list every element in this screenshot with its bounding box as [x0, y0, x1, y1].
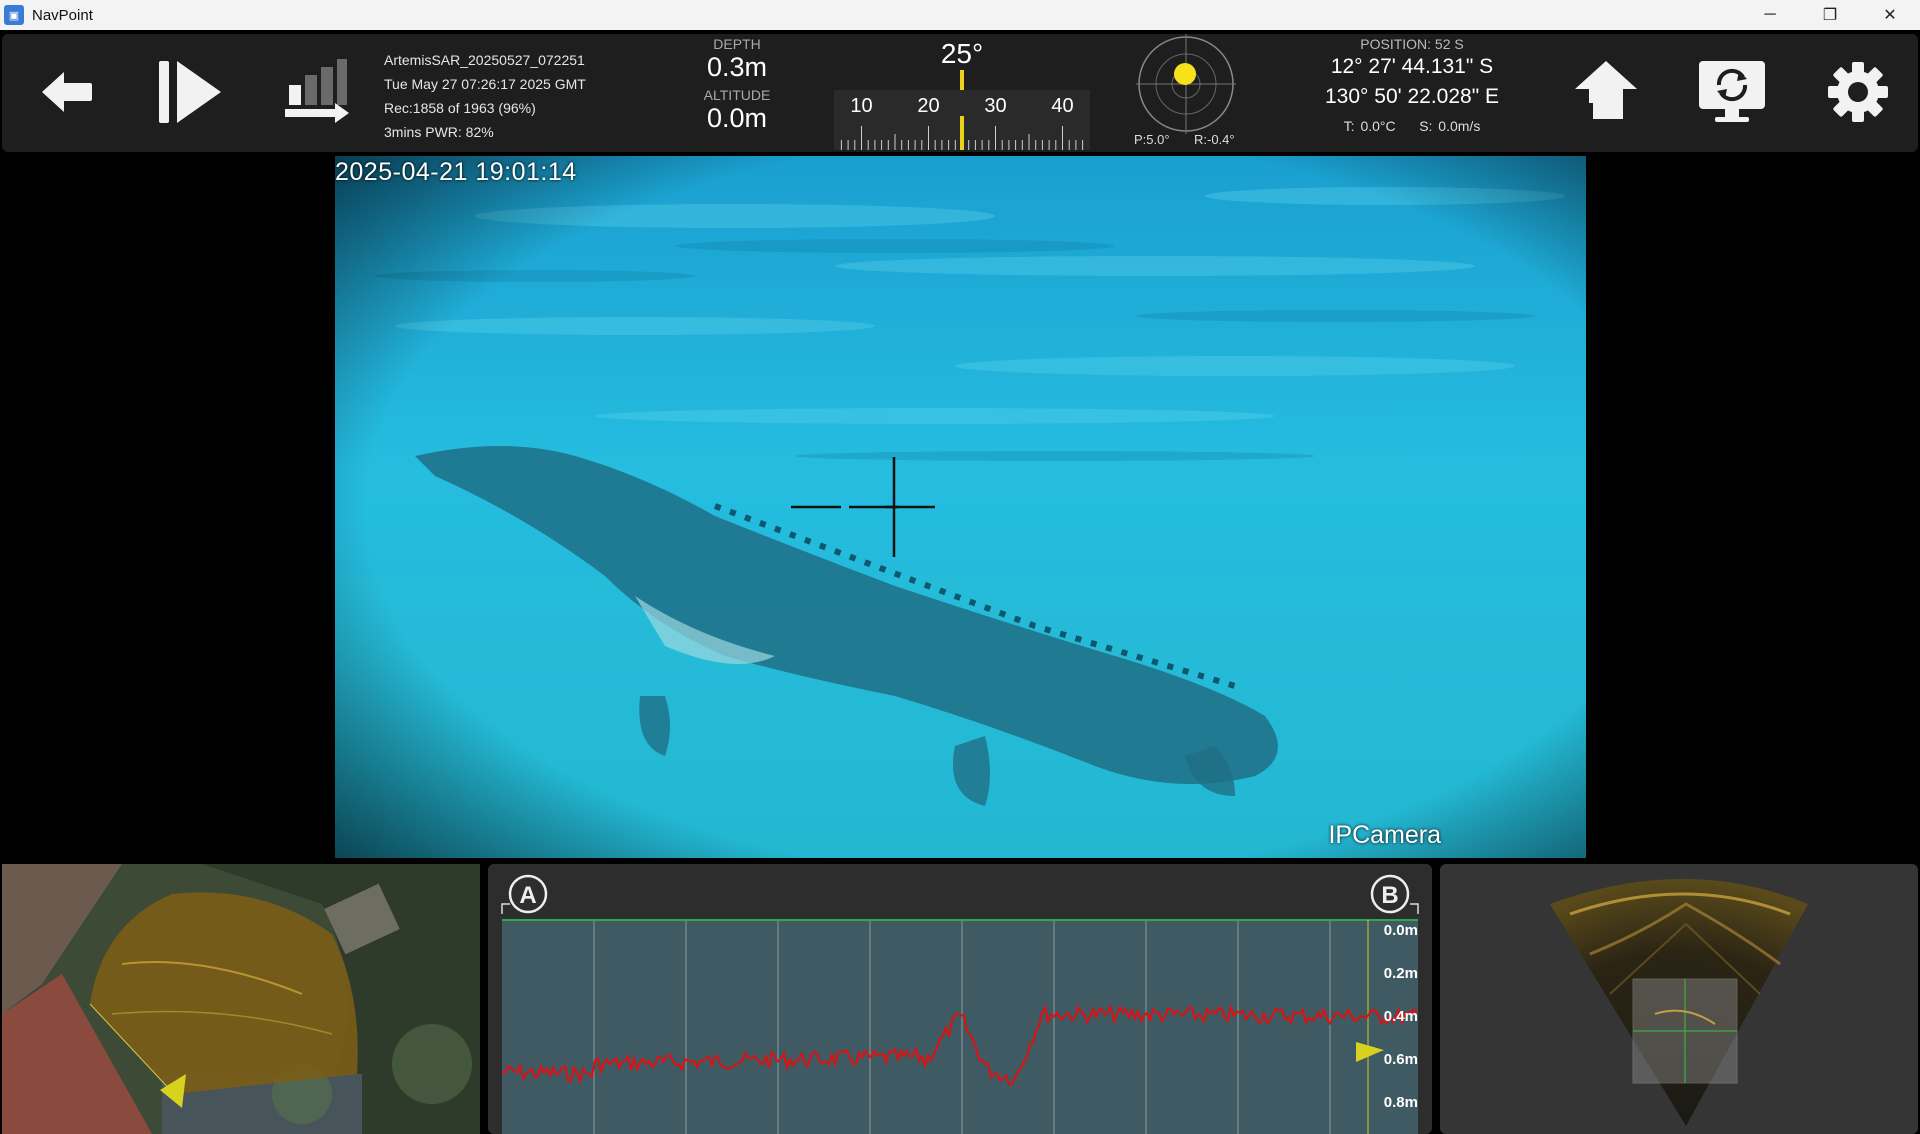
- depth-scale-0: 0.0m: [1383, 922, 1418, 939]
- recording-datetime: Tue May 27 07:26:17 2025 GMT: [384, 76, 586, 92]
- satellite-map: [2, 864, 480, 1134]
- marker-a-label: A: [519, 882, 536, 909]
- back-button[interactable]: [30, 56, 102, 128]
- depth-value: 0.3m: [706, 52, 768, 82]
- temperature: T: 0.0°C: [1343, 118, 1396, 134]
- temperature-speed: T: 0.0°C S: 0.0m/s: [1302, 118, 1522, 134]
- depth-profile-chart: A B: [501, 874, 1419, 1134]
- depth-scale-2: 0.4m: [1383, 1008, 1418, 1025]
- minimize-button[interactable]: ─: [1740, 0, 1800, 30]
- depth-scale-1: 0.2m: [1383, 965, 1418, 982]
- close-button[interactable]: ✕: [1860, 0, 1920, 30]
- video-timestamp: 2025-04-21 19:01:14: [335, 158, 577, 186]
- heading-scale: 10 20 30 40: [834, 90, 1090, 150]
- back-arrow-icon: [42, 72, 92, 112]
- title-bar: ▣ NavPoint ─ ❐ ✕: [0, 0, 1920, 30]
- gear-icon: [1828, 62, 1888, 122]
- roll-readout: R:-0.4°: [1194, 132, 1235, 147]
- heading-tick-label: 30: [984, 95, 1006, 117]
- depth-profile-panel[interactable]: A B 0.0m 0.2m 0.4m 0.6m 0.8m: [488, 864, 1432, 1134]
- latitude: 12° 27' 44.131" S: [1330, 55, 1494, 78]
- heading-needle: [960, 116, 964, 150]
- marker-b-label: B: [1381, 882, 1398, 909]
- camera-label: IPCamera: [1328, 821, 1441, 849]
- attitude-indicator: P:5.0° R:-0.4°: [1122, 34, 1262, 152]
- heading-tick-label: 40: [1051, 95, 1073, 117]
- heading-tape: 25° 10 20 30 40: [832, 34, 1092, 152]
- recording-name: ArtemisSAR_20250527_072251: [384, 52, 585, 68]
- play-pause-button[interactable]: [154, 56, 226, 128]
- recording-count: Rec:1858 of 1963 (96%): [384, 100, 536, 116]
- pitch-readout: P:5.0°: [1134, 132, 1170, 147]
- record-level-icon: [285, 59, 349, 123]
- map-panel[interactable]: [2, 864, 480, 1134]
- depth-altitude-readout: DEPTH 0.3m ALTITUDE 0.0m: [692, 34, 782, 134]
- maximize-button[interactable]: ❐: [1800, 0, 1860, 30]
- heading-scale-svg: 10 20 30 40: [840, 95, 1084, 150]
- record-level-button[interactable]: [280, 56, 352, 128]
- screen-rotate-button[interactable]: [1696, 56, 1768, 128]
- altitude-value: 0.0m: [706, 103, 768, 133]
- attitude-dot: [1174, 63, 1196, 85]
- position-readout: POSITION: 52 S 12° 27' 44.131" S 130° 50…: [1302, 36, 1522, 134]
- altitude-label: ALTITUDE: [703, 87, 771, 103]
- sonar-panel[interactable]: [1440, 864, 1918, 1134]
- depth-label: DEPTH: [713, 36, 761, 52]
- position-header: POSITION: 52 S: [1360, 36, 1464, 52]
- toolbar: ArtemisSAR_20250527_072251 Tue May 27 07…: [2, 34, 1918, 152]
- heading-pointer: [960, 70, 964, 92]
- home-icon: [1575, 61, 1637, 123]
- marker-b[interactable]: B: [1370, 874, 1410, 914]
- heading-tick-label: 20: [917, 95, 939, 117]
- heading-tick-label: 10: [850, 95, 872, 117]
- screen-rotate-icon: [1699, 61, 1765, 122]
- home-button[interactable]: [1570, 56, 1642, 128]
- recording-power: 3mins PWR: 82%: [384, 124, 494, 140]
- marker-a[interactable]: A: [508, 874, 548, 914]
- camera-video-feed[interactable]: 2025-04-21 19:01:14 IPCamera: [335, 156, 1586, 858]
- speed: S: 0.0m/s: [1419, 118, 1481, 134]
- recording-info: ArtemisSAR_20250527_072251 Tue May 27 07…: [384, 48, 586, 144]
- longitude: 130° 50' 22.028" E: [1325, 85, 1499, 108]
- heading-value: 25°: [940, 38, 984, 69]
- underwater-scene: [335, 156, 1586, 858]
- settings-button[interactable]: [1822, 56, 1894, 128]
- depth-scale-4: 0.8m: [1383, 1094, 1418, 1111]
- window-title: NavPoint: [32, 6, 93, 24]
- attitude-gauge: [1136, 34, 1236, 134]
- app-icon: ▣: [4, 5, 24, 25]
- sonar-fan: [1550, 879, 1808, 1126]
- window-controls: ─ ❐ ✕: [1740, 0, 1920, 30]
- play-pause-icon: [159, 61, 221, 123]
- depth-scale-3: 0.6m: [1383, 1051, 1418, 1068]
